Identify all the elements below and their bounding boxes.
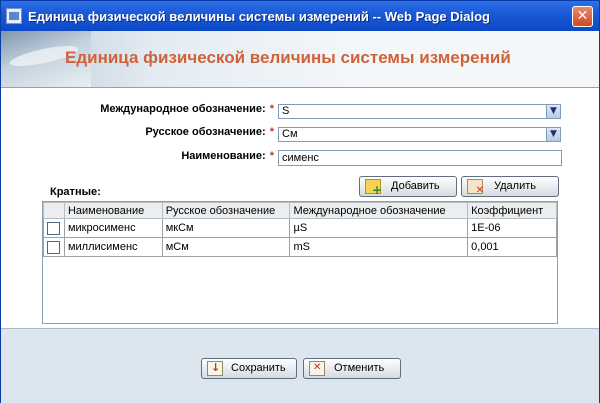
row-russian: мСм xyxy=(161,237,291,257)
row-checkbox[interactable] xyxy=(47,240,60,254)
header-banner: Единица физической величины системы изме… xyxy=(1,31,599,88)
multiples-label: Кратные: xyxy=(50,186,101,198)
international-value: S xyxy=(282,105,290,117)
name-label: Наименование: * xyxy=(84,150,274,162)
required-mark: * xyxy=(269,150,274,162)
column-header[interactable]: Русское обозначение xyxy=(161,202,291,219)
row-coefficient: 1E-06 xyxy=(467,218,557,238)
cancel-button-label: Отменить xyxy=(334,362,385,374)
row-international: mS xyxy=(289,237,469,257)
delete-button[interactable]: Удалить xyxy=(461,176,559,197)
row-checkbox-cell xyxy=(43,218,65,238)
table-row[interactable]: микросименс мкСм µS 1E-06 xyxy=(43,218,557,238)
column-header[interactable]: Международное обозначение xyxy=(289,202,469,219)
row-name: микросименс xyxy=(63,218,163,238)
russian-label: Русское обозначение: * xyxy=(84,126,274,138)
window-title: Единица физической величины системы изме… xyxy=(28,9,490,24)
table-header-row: Наименование Русское обозначение Междуна… xyxy=(43,202,557,219)
international-label-text: Международное обозначение: xyxy=(100,103,266,115)
required-mark: * xyxy=(269,103,274,115)
chevron-down-icon[interactable]: ▼ xyxy=(546,104,561,119)
page-title: Единица физической величины системы изме… xyxy=(65,48,511,67)
name-field[interactable]: сименс xyxy=(278,150,562,166)
multiples-grid: Наименование Русское обозначение Междуна… xyxy=(43,202,557,257)
close-button[interactable]: ✕ xyxy=(572,6,593,27)
chevron-down-icon[interactable]: ▼ xyxy=(546,127,561,142)
name-label-text: Наименование: xyxy=(181,150,266,162)
required-mark: * xyxy=(269,126,274,138)
title-bar: Единица физической величины системы изме… xyxy=(1,1,599,31)
save-button-label: Сохранить xyxy=(231,362,286,374)
row-russian: мкСм xyxy=(161,218,291,238)
russian-value: См xyxy=(282,128,298,140)
column-header[interactable]: Коэффициент xyxy=(467,202,557,219)
dialog-footer: Сохранить Отменить xyxy=(1,328,599,403)
table-row[interactable]: миллисименс мСм mS 0,001 xyxy=(43,237,557,257)
row-name: миллисименс xyxy=(63,237,163,257)
multiples-table: Наименование Русское обозначение Междуна… xyxy=(42,201,558,324)
row-international: µS xyxy=(289,218,469,238)
dialog-icon xyxy=(6,8,22,24)
add-button-label: Добавить xyxy=(391,180,440,192)
dialog-window: Единица физической величины системы изме… xyxy=(0,0,600,403)
save-button[interactable]: Сохранить xyxy=(201,358,297,379)
column-header[interactable]: Наименование xyxy=(63,202,163,219)
row-checkbox-cell xyxy=(43,237,65,257)
add-button[interactable]: Добавить xyxy=(359,176,457,197)
cancel-icon xyxy=(309,361,325,376)
international-select[interactable]: S ▼ xyxy=(278,104,561,119)
row-coefficient: 0,001 xyxy=(467,237,557,257)
delete-button-label: Удалить xyxy=(494,180,536,192)
russian-label-text: Русское обозначение: xyxy=(145,126,266,138)
delete-icon xyxy=(467,179,484,196)
row-checkbox[interactable] xyxy=(47,221,60,235)
save-icon xyxy=(207,361,223,376)
cancel-button[interactable]: Отменить xyxy=(303,358,401,379)
russian-select[interactable]: См ▼ xyxy=(278,127,561,142)
form-area: Международное обозначение: * S ▼ Русское … xyxy=(1,88,599,328)
add-icon xyxy=(365,179,382,197)
checkbox-column-header xyxy=(43,202,65,219)
international-label: Международное обозначение: * xyxy=(84,103,274,115)
